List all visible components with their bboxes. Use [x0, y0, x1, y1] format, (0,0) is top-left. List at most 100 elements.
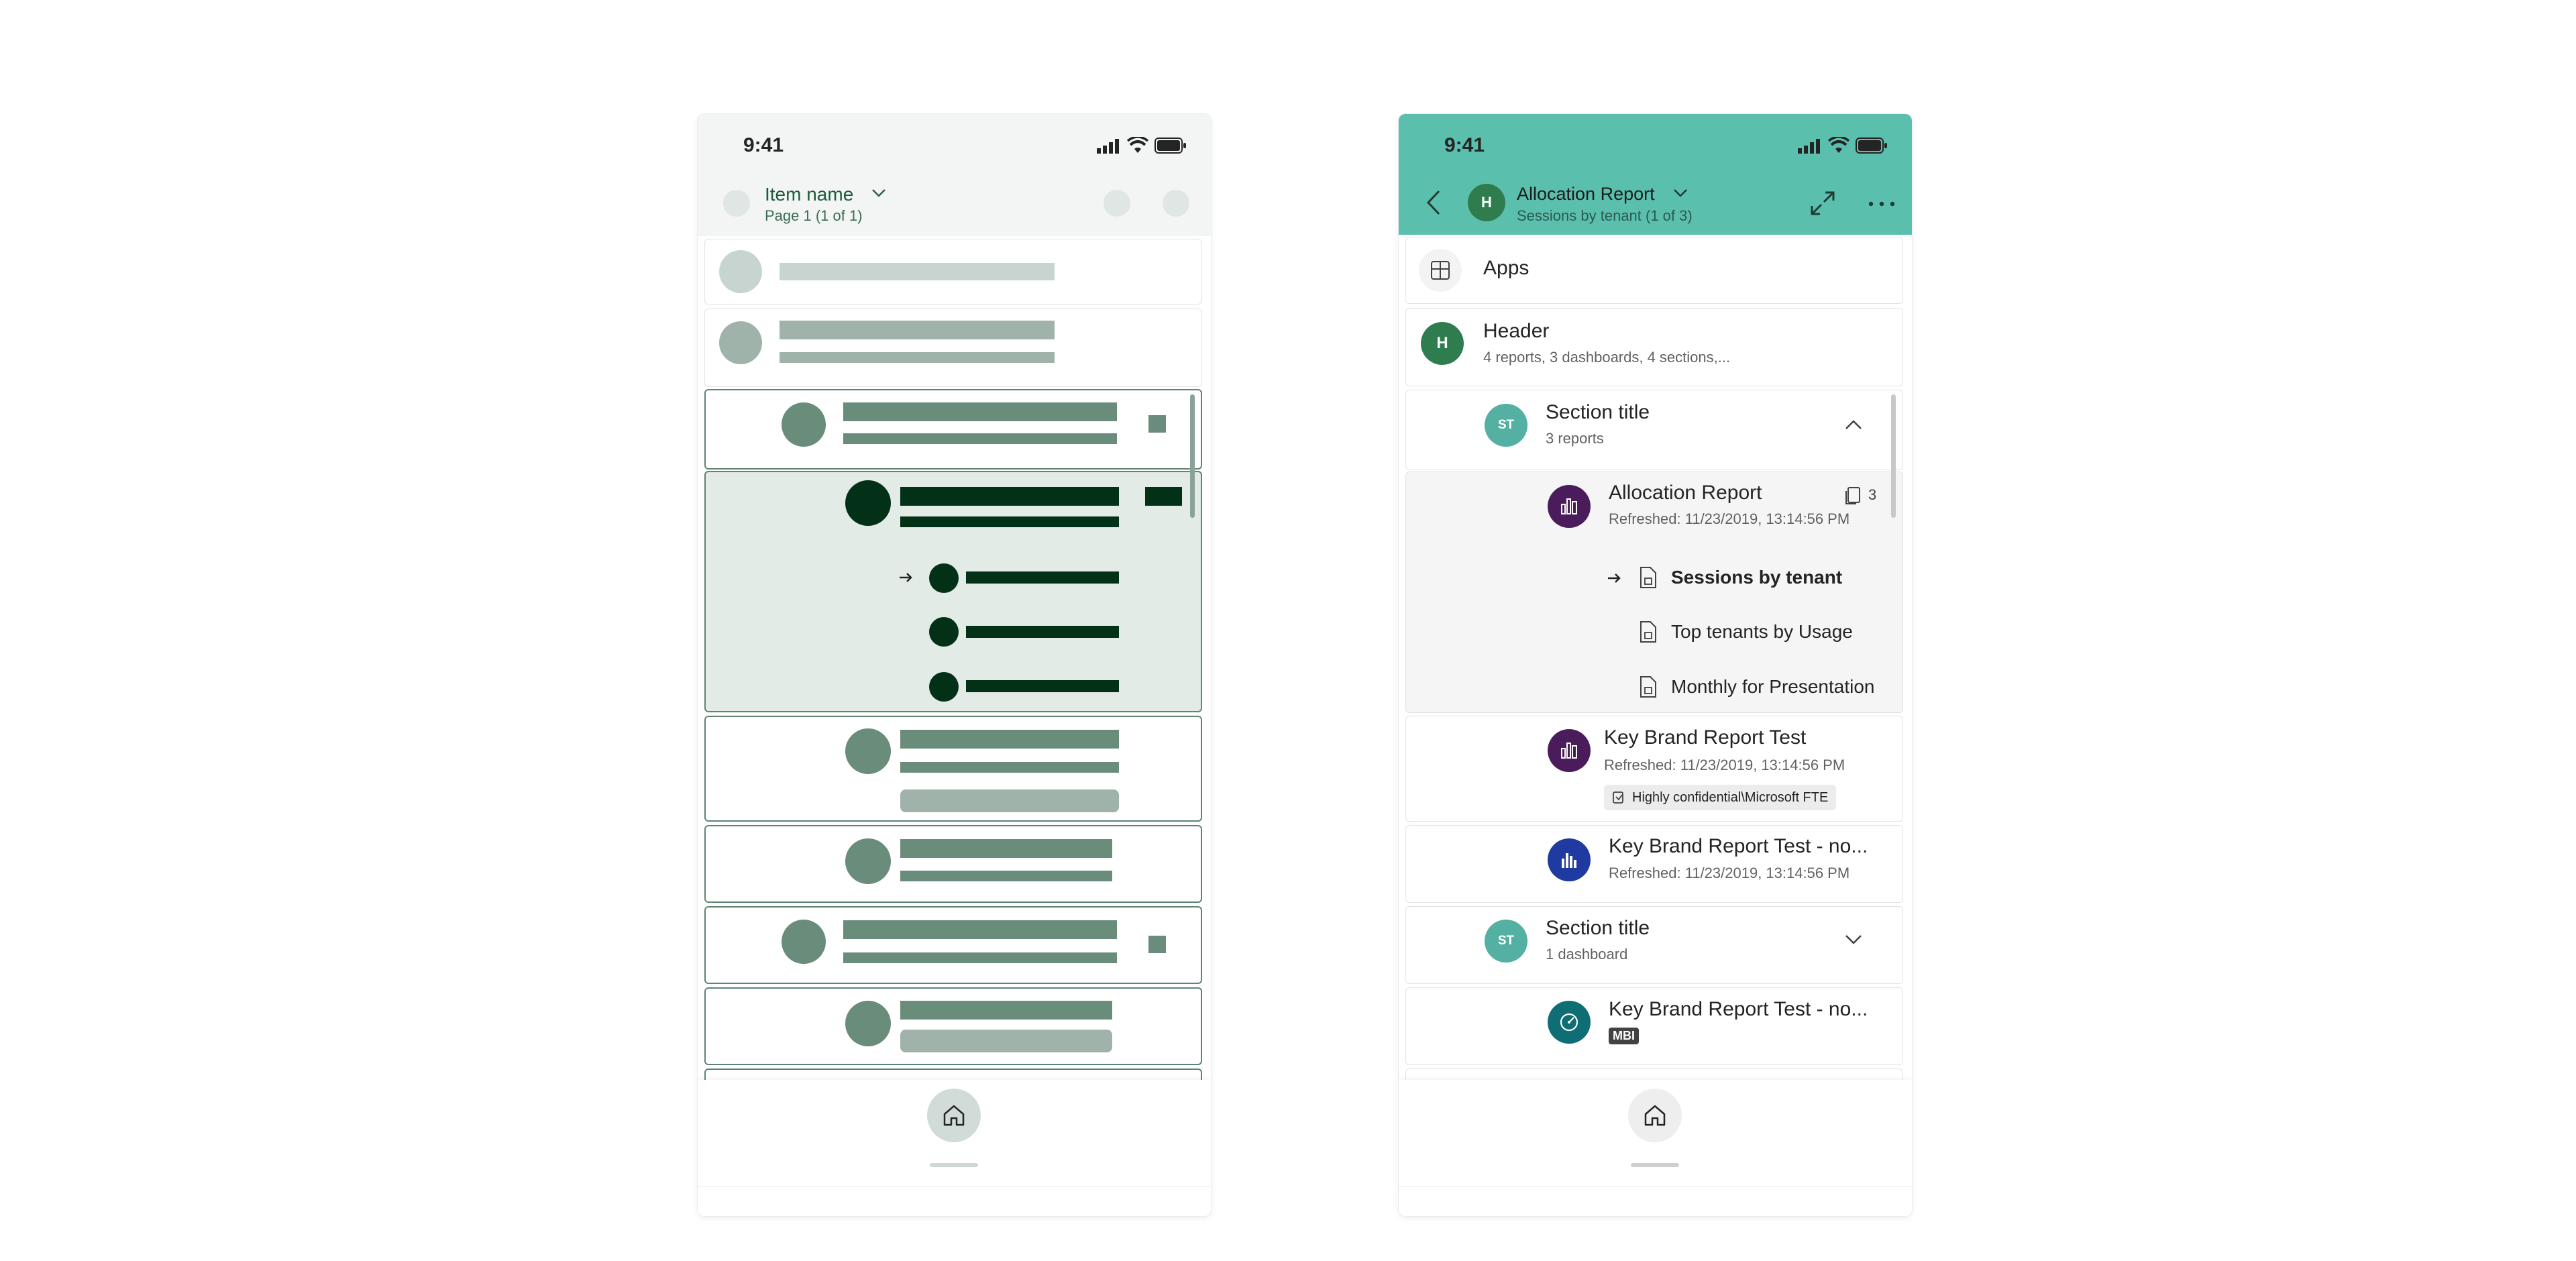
skeleton-square — [1145, 487, 1182, 506]
skeleton-bar — [780, 321, 1055, 339]
home-indicator — [1631, 1163, 1679, 1167]
skeleton-row-report — [704, 825, 1202, 903]
chevron-down-icon[interactable] — [871, 188, 887, 199]
report-workspace-avatar: H — [1468, 184, 1505, 221]
page-icon — [1640, 676, 1656, 698]
apps-label: Apps — [1483, 257, 1529, 279]
skeleton-pill — [900, 789, 1119, 812]
section-row[interactable] — [1405, 906, 1903, 984]
skeleton-circle — [845, 480, 891, 526]
workspace-row[interactable] — [1405, 308, 1903, 386]
skeleton-pill — [900, 1030, 1112, 1052]
skeleton-bar — [843, 433, 1117, 444]
skeleton-circle — [845, 728, 891, 774]
section-avatar: ST — [1485, 920, 1527, 963]
header-title[interactable]: Allocation Report — [1517, 184, 1655, 205]
skeleton-bar — [780, 352, 1055, 363]
sensitivity-text: Highly confidential\Microsoft FTE — [1632, 789, 1829, 805]
signal-icon — [1097, 139, 1119, 154]
page-count: 3 — [1868, 486, 1877, 503]
skeleton-bar — [900, 487, 1119, 506]
header-placeholder-circle[interactable] — [723, 190, 750, 217]
arrow-right-icon — [900, 573, 912, 582]
section-subtitle: 3 reports — [1546, 430, 1604, 447]
report-icon — [1561, 498, 1577, 514]
skeleton-row-dashboard — [704, 987, 1202, 1065]
skeleton-square — [1148, 415, 1166, 433]
status-time: 9:41 — [743, 134, 784, 156]
sensitivity-icon — [1613, 791, 1623, 804]
skeleton-bar — [780, 263, 1055, 280]
section-title: Section title — [1546, 917, 1650, 939]
page-icon — [1640, 567, 1656, 588]
workspace-avatar: H — [1421, 322, 1464, 365]
skeleton-bar — [843, 402, 1117, 421]
home-indicator — [930, 1163, 978, 1167]
header-action-placeholder-2[interactable] — [1163, 190, 1189, 217]
status-time: 9:41 — [1444, 134, 1485, 156]
report-subtitle: Refreshed: 11/23/2019, 13:14:56 PM — [1609, 510, 1850, 527]
bottom-strip — [1399, 1186, 1912, 1216]
home-icon — [1644, 1105, 1666, 1126]
skeleton-circle — [782, 920, 826, 964]
skeleton-bar — [966, 680, 1119, 692]
skeleton-bar — [900, 871, 1112, 881]
skeleton-circle — [845, 838, 891, 884]
report-avatar — [1548, 729, 1591, 772]
skeleton-row-section — [704, 389, 1202, 470]
header-subtitle: Sessions by tenant (1 of 3) — [1517, 207, 1693, 224]
skeleton-bar — [843, 920, 1117, 939]
skeleton-circle — [929, 672, 959, 702]
battery-icon — [1856, 138, 1887, 154]
report-subtitle: Refreshed: 11/23/2019, 13:14:56 PM — [1609, 865, 1850, 881]
chevron-down-icon[interactable] — [1844, 934, 1863, 946]
skeleton-bar — [900, 730, 1119, 749]
skeleton-circle — [929, 563, 959, 593]
more-icon[interactable] — [1868, 201, 1895, 207]
chevron-up-icon[interactable] — [1844, 419, 1863, 431]
arrow-right-icon — [1608, 573, 1621, 583]
workspace-subtitle: 4 reports, 3 dashboards, 4 sections,... — [1483, 349, 1731, 366]
page-item[interactable]: Monthly for Presentation — [1671, 676, 1875, 698]
section-avatar: ST — [1485, 404, 1527, 447]
chevron-down-icon[interactable] — [1672, 188, 1688, 199]
skeleton-bar — [900, 762, 1119, 773]
scrollbar[interactable] — [1891, 394, 1896, 518]
page-item[interactable]: Top tenants by Usage — [1671, 621, 1853, 643]
report-title: Key Brand Report Test - no... — [1609, 835, 1868, 857]
page-item-active[interactable]: Sessions by tenant — [1671, 567, 1842, 588]
item-name-title[interactable]: Item name — [765, 184, 853, 205]
battery-icon — [1155, 138, 1186, 154]
skeleton-bar — [843, 952, 1117, 963]
report-avatar-blue — [1548, 838, 1591, 881]
wifi-icon — [1127, 137, 1148, 153]
home-icon — [943, 1105, 965, 1126]
apps-row[interactable] — [1405, 237, 1903, 304]
dashboard-title: Key Brand Report Test - no... — [1609, 998, 1868, 1020]
skeleton-circle — [782, 402, 826, 447]
back-icon[interactable] — [1426, 189, 1442, 216]
gauge-icon — [1560, 1013, 1578, 1032]
skeleton-circle — [845, 1001, 891, 1046]
report-avatar — [1548, 485, 1591, 528]
report-title: Key Brand Report Test — [1604, 726, 1807, 749]
dashboard-avatar — [1548, 1001, 1591, 1044]
right-phone-frame: 9:41 H Allocation Report Sessions by ten… — [1399, 114, 1912, 1216]
expand-icon[interactable] — [1809, 190, 1836, 217]
home-button[interactable] — [1628, 1089, 1682, 1142]
page-icon — [1640, 621, 1656, 643]
skeleton-circle — [719, 321, 762, 364]
section-title: Section title — [1546, 401, 1650, 423]
section-row[interactable] — [1405, 390, 1903, 470]
skeleton-row-section — [704, 906, 1202, 984]
scrollbar[interactable] — [1190, 394, 1195, 518]
report-title: Allocation Report — [1609, 482, 1762, 504]
home-button[interactable] — [927, 1089, 981, 1142]
skeleton-bar — [966, 626, 1119, 638]
section-subtitle: 1 dashboard — [1546, 946, 1628, 963]
apps-icon — [1431, 261, 1450, 280]
header-action-placeholder-1[interactable] — [1104, 190, 1130, 217]
report-icon — [1561, 743, 1577, 759]
skeleton-bar — [966, 571, 1119, 584]
wifi-icon — [1828, 137, 1849, 153]
